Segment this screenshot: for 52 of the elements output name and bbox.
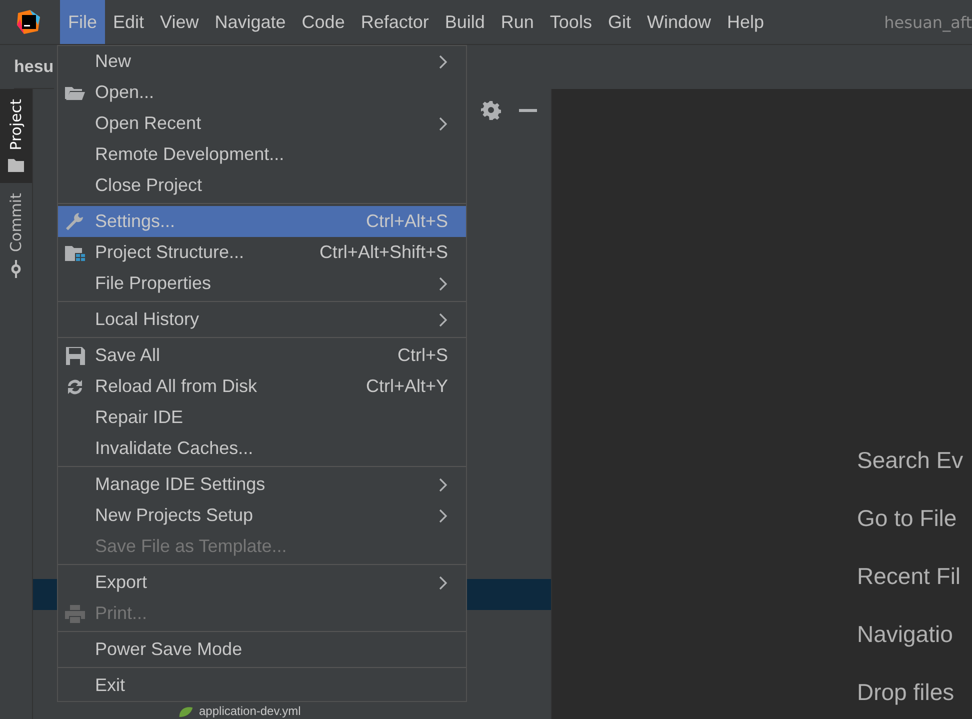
menu-item[interactable]: Project Structure... Ctrl+Alt+Shift+S bbox=[58, 237, 466, 268]
menu-item[interactable]: File Properties bbox=[58, 268, 466, 299]
editor-hint: Recent Fil bbox=[857, 562, 961, 590]
chevron-right-icon bbox=[438, 508, 448, 524]
tree-row[interactable]: application-dev.yml bbox=[33, 704, 551, 718]
chevron-right-icon bbox=[438, 574, 448, 590]
folder-grid-icon bbox=[64, 243, 86, 263]
menu-item[interactable]: Exit bbox=[58, 670, 466, 701]
editor-hint: Search Ev bbox=[857, 446, 964, 474]
menu-bar-item[interactable]: Run bbox=[492, 0, 542, 44]
menu-bar-item[interactable]: Git bbox=[600, 0, 639, 44]
menu-bar-item[interactable]: Navigate bbox=[206, 0, 294, 44]
menu-bar-item[interactable]: View bbox=[152, 0, 207, 44]
menu-item[interactable]: Open... bbox=[58, 77, 466, 108]
menu-bar-item[interactable]: Window bbox=[638, 0, 719, 44]
menu-item[interactable]: New Projects Setup bbox=[58, 500, 466, 531]
menu-item[interactable]: Power Save Mode bbox=[58, 634, 466, 665]
chevron-right-icon bbox=[438, 312, 448, 328]
tool-window-tab[interactable]: Commit bbox=[0, 183, 32, 288]
menu-item[interactable]: Invalidate Caches... bbox=[58, 433, 466, 464]
minimize-icon[interactable] bbox=[519, 108, 537, 112]
menu-bar-item[interactable]: Build bbox=[436, 0, 493, 44]
leaf-icon bbox=[179, 706, 193, 716]
chevron-right-icon bbox=[438, 54, 448, 70]
printer-icon bbox=[64, 604, 86, 624]
chevron-right-icon bbox=[438, 276, 448, 292]
app-logo-icon bbox=[16, 9, 42, 35]
settings-icon[interactable] bbox=[481, 100, 501, 120]
menu-item[interactable]: Remote Development... bbox=[58, 139, 466, 170]
menu-bar-item[interactable]: Edit bbox=[105, 0, 152, 44]
folder-icon bbox=[7, 158, 25, 174]
menu-bar-item[interactable]: Help bbox=[719, 0, 772, 44]
menu-item[interactable]: Reload All from Disk Ctrl+Alt+Y bbox=[58, 371, 466, 402]
menu-item[interactable]: Manage IDE Settings bbox=[58, 469, 466, 500]
editor-hint: Drop files bbox=[857, 678, 954, 706]
menu-item[interactable]: Open Recent bbox=[58, 108, 466, 139]
menu-item[interactable]: Save All Ctrl+S bbox=[58, 340, 466, 371]
editor-hint: Go to File bbox=[857, 504, 957, 532]
editor-hint: Navigatio bbox=[857, 620, 953, 648]
menu-bar-item[interactable]: Refactor bbox=[352, 0, 437, 44]
chevron-right-icon bbox=[438, 116, 448, 132]
menu-bar-item[interactable]: Tools bbox=[542, 0, 600, 44]
menu-item[interactable]: Export bbox=[58, 567, 466, 598]
menu-item[interactable]: New bbox=[58, 46, 466, 77]
wrench-icon bbox=[64, 212, 86, 232]
menu-item[interactable]: Close Project bbox=[58, 170, 466, 201]
window-title: hesuan_aft bbox=[884, 12, 972, 32]
chevron-right-icon bbox=[438, 476, 448, 492]
menu-bar-item[interactable]: Code bbox=[294, 0, 353, 44]
menu-item[interactable]: Repair IDE bbox=[58, 402, 466, 433]
tool-window-tab[interactable]: Project bbox=[0, 89, 32, 184]
menu-item[interactable]: Local History bbox=[58, 304, 466, 335]
